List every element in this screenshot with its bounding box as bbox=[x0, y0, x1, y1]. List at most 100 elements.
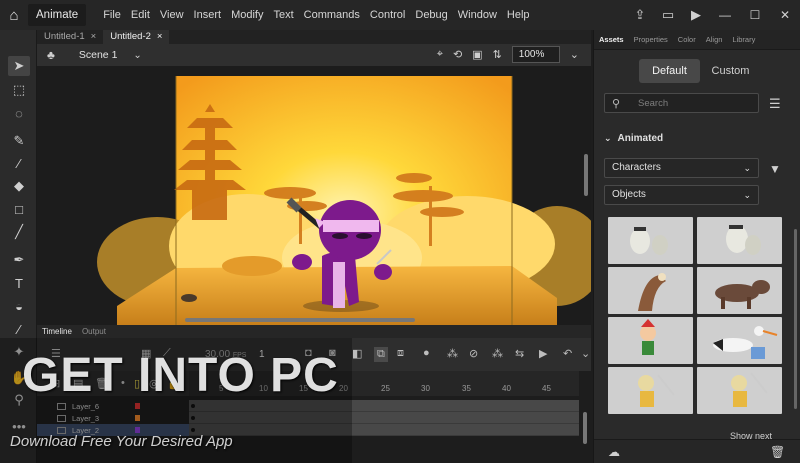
free-transform-tool-icon[interactable]: ⬚ bbox=[8, 80, 30, 100]
menu-modify[interactable]: Modify bbox=[226, 0, 268, 30]
play-icon[interactable]: ▶ bbox=[539, 347, 547, 360]
panel-footer: ☁ 🗑 bbox=[594, 439, 800, 463]
stage-horizontal-scrollbar[interactable] bbox=[185, 318, 415, 322]
list-view-icon[interactable]: ☰ bbox=[769, 96, 781, 112]
assets-panel: Assets Properties Color Align Library De… bbox=[593, 30, 800, 463]
cloud-icon[interactable]: ☁ bbox=[608, 445, 620, 459]
asset-thumbnail-knight[interactable] bbox=[608, 367, 693, 414]
asset-thumbnail-knight-2[interactable] bbox=[697, 367, 782, 414]
asset-thumbnail-elf[interactable] bbox=[608, 317, 693, 364]
home-icon[interactable]: ⌂ bbox=[0, 0, 28, 30]
timeline-vertical-scrollbar[interactable] bbox=[583, 412, 587, 444]
brush-tool-icon[interactable]: ∕ bbox=[8, 153, 30, 173]
ruler-tick: 45 bbox=[542, 384, 551, 393]
eraser-tool-icon[interactable]: ◆ bbox=[8, 176, 30, 196]
paint-brush-tool-icon[interactable]: ✎ bbox=[8, 131, 30, 151]
center-stage-icon[interactable]: ⌖ bbox=[437, 48, 443, 61]
tab-label: Untitled-1 bbox=[44, 31, 85, 42]
chevron-down-icon[interactable]: ⌄ bbox=[570, 48, 579, 61]
asset-thumbnail-mummy-2[interactable] bbox=[697, 217, 782, 264]
menu-file[interactable]: File bbox=[98, 0, 126, 30]
menu-view[interactable]: View bbox=[155, 0, 189, 30]
rotate-stage-icon[interactable]: ⟲ bbox=[453, 48, 462, 61]
category-dropdown[interactable]: Characters ⌄ bbox=[604, 158, 759, 178]
asset-thumbnail-stork[interactable] bbox=[697, 317, 782, 364]
loop-icon[interactable]: ⊘ bbox=[469, 347, 478, 360]
edit-multiple-frames-icon[interactable]: ⧈ bbox=[397, 347, 404, 360]
trash-icon[interactable]: 🗑 bbox=[770, 445, 785, 459]
tab-untitled-1[interactable]: Untitled-1 × bbox=[37, 30, 103, 44]
menu-control[interactable]: Control bbox=[365, 0, 410, 30]
assets-scrollbar[interactable] bbox=[794, 229, 797, 409]
scene-name[interactable]: Scene 1 bbox=[79, 49, 118, 61]
close-icon[interactable]: × bbox=[91, 30, 97, 44]
share-icon[interactable]: ⇪ bbox=[626, 0, 654, 30]
close-icon[interactable]: × bbox=[157, 30, 163, 44]
search-placeholder: Search bbox=[638, 98, 669, 109]
ruler-tick: 40 bbox=[502, 384, 511, 393]
zoom-input[interactable]: 100% bbox=[511, 46, 560, 63]
lasso-tool-icon[interactable]: ◌ bbox=[8, 103, 30, 123]
clip-content-icon[interactable]: ▣ bbox=[472, 48, 482, 61]
pen-tool-icon[interactable]: ✒ bbox=[8, 250, 30, 270]
selection-tool-icon[interactable]: ➤ bbox=[8, 56, 30, 76]
play-circle-icon[interactable]: ▶ bbox=[682, 0, 710, 30]
stepper-icon[interactable]: ⇅ bbox=[493, 48, 502, 61]
symbol-icon[interactable]: ♣ bbox=[47, 48, 55, 62]
insert-frame-icon[interactable]: ◧ bbox=[352, 347, 362, 360]
menu-window[interactable]: Window bbox=[453, 0, 502, 30]
asset-thumbnails bbox=[608, 217, 784, 437]
paint-bucket-tool-icon[interactable]: ◒ bbox=[8, 296, 30, 316]
menu-insert[interactable]: Insert bbox=[189, 0, 227, 30]
ruler-tick: 35 bbox=[462, 384, 471, 393]
document-tabs: Untitled-1 × Untitled-2 × bbox=[37, 30, 591, 44]
tab-color[interactable]: Color bbox=[673, 35, 701, 44]
category-value: Characters bbox=[612, 162, 661, 173]
text-tool-icon[interactable]: T bbox=[8, 273, 30, 293]
menu-debug[interactable]: Debug bbox=[410, 0, 452, 30]
export-icon[interactable]: ⇆ bbox=[515, 347, 524, 360]
tab-timeline[interactable]: Timeline bbox=[37, 325, 77, 338]
menu-commands[interactable]: Commands bbox=[299, 0, 365, 30]
asset-thumbnail-mummy[interactable] bbox=[608, 217, 693, 264]
onion-skin-icon[interactable]: ⧉ bbox=[374, 347, 388, 362]
menu-help[interactable]: Help bbox=[502, 0, 535, 30]
undo-icon[interactable]: ↶ bbox=[563, 347, 572, 360]
menu-text[interactable]: Text bbox=[268, 0, 298, 30]
minimize-button[interactable]: — bbox=[710, 0, 740, 30]
subcategory-dropdown[interactable]: Objects ⌄ bbox=[604, 185, 759, 205]
tab-untitled-2[interactable]: Untitled-2 × bbox=[103, 30, 170, 44]
stage-vertical-scrollbar[interactable] bbox=[584, 154, 588, 196]
stage-area[interactable] bbox=[37, 66, 591, 325]
filter-icon[interactable]: ▼ bbox=[769, 162, 781, 176]
default-mode-button[interactable]: Default bbox=[639, 59, 700, 83]
tab-output[interactable]: Output bbox=[77, 325, 111, 338]
tab-align[interactable]: Align bbox=[701, 35, 728, 44]
section-animated[interactable]: ⌄ Animated bbox=[604, 133, 663, 144]
stage-artwork[interactable] bbox=[37, 66, 591, 325]
rectangle-tool-icon[interactable]: □ bbox=[8, 199, 30, 219]
menu-edit[interactable]: Edit bbox=[126, 0, 155, 30]
first-frame-icon[interactable]: ● bbox=[423, 347, 430, 359]
chevron-down-icon[interactable]: ⌄ bbox=[581, 347, 590, 360]
eyedropper-tool-icon[interactable]: ⁄ bbox=[8, 319, 30, 339]
asset-mode-toggle: Default Custom bbox=[639, 59, 761, 83]
app-name[interactable]: Animate bbox=[28, 4, 87, 26]
tab-assets[interactable]: Assets bbox=[594, 35, 629, 44]
line-tool-icon[interactable]: ╱ bbox=[8, 222, 30, 242]
step-forward-icon[interactable]: ⁂ bbox=[492, 347, 503, 360]
watermark-title: GET INTO PC bbox=[22, 349, 339, 402]
tab-library[interactable]: Library bbox=[727, 35, 760, 44]
search-input[interactable]: ⚲ Search bbox=[604, 93, 759, 113]
asset-thumbnail-worm[interactable] bbox=[608, 267, 693, 314]
chevron-down-icon[interactable]: ⌄ bbox=[133, 50, 141, 61]
menu-bar: ⌂ Animate File Edit View Insert Modify T… bbox=[0, 0, 800, 30]
maximize-button[interactable]: ☐ bbox=[740, 0, 770, 30]
close-button[interactable]: ✕ bbox=[770, 0, 800, 30]
custom-mode-button[interactable]: Custom bbox=[700, 59, 761, 83]
step-back-icon[interactable]: ⁂ bbox=[447, 347, 458, 360]
test-movie-icon[interactable]: ▭ bbox=[654, 0, 682, 30]
asset-thumbnail-wolf[interactable] bbox=[697, 267, 782, 314]
chevron-down-icon: ⌄ bbox=[743, 163, 751, 173]
tab-properties[interactable]: Properties bbox=[629, 35, 673, 44]
